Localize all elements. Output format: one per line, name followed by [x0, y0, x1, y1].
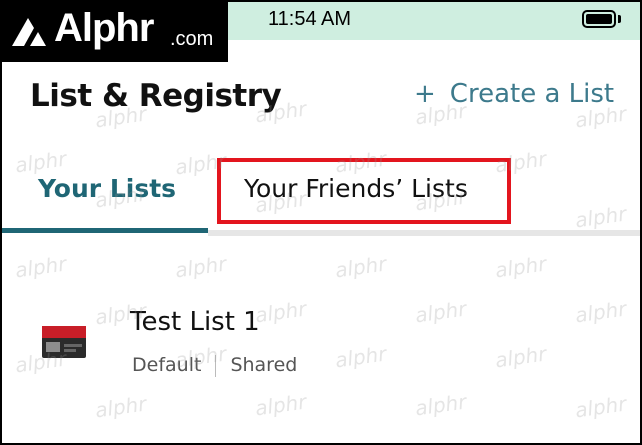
- watermark: alphr: [333, 251, 388, 283]
- tab-your-lists[interactable]: Your Lists: [38, 174, 176, 203]
- list-tag-default: Default: [132, 354, 202, 376]
- logo-suffix: .com: [170, 28, 214, 50]
- watermark: alphr: [173, 251, 228, 283]
- list-meta: Default Shared: [132, 354, 297, 377]
- battery-icon: [582, 10, 616, 28]
- tab-divider: [208, 230, 642, 236]
- list-name: Test List 1: [130, 307, 260, 337]
- watermark: alphr: [13, 251, 68, 283]
- meta-divider: [215, 354, 217, 377]
- highlight-annotation: [217, 158, 511, 224]
- create-list-label: Create a List: [449, 79, 615, 109]
- watermark: alphr: [493, 251, 548, 283]
- battery-tip: [618, 15, 621, 23]
- page-title: List & Registry: [30, 78, 282, 114]
- list-thumbnail-icon: [42, 326, 86, 358]
- list-item[interactable]: Test List 1 Default Shared: [0, 290, 642, 400]
- plus-icon: +: [414, 79, 436, 109]
- logo-wordmark: Alphr: [54, 6, 154, 50]
- list-tag-shared: Shared: [230, 354, 298, 376]
- alphr-logo: Alphr .com: [0, 0, 228, 62]
- alphr-logo-icon: [12, 18, 46, 46]
- create-list-button[interactable]: + Create a List: [414, 79, 614, 109]
- status-time: 11:54 AM: [268, 8, 352, 30]
- active-tab-indicator: [0, 228, 208, 233]
- page-header: List & Registry + Create a List: [0, 62, 642, 142]
